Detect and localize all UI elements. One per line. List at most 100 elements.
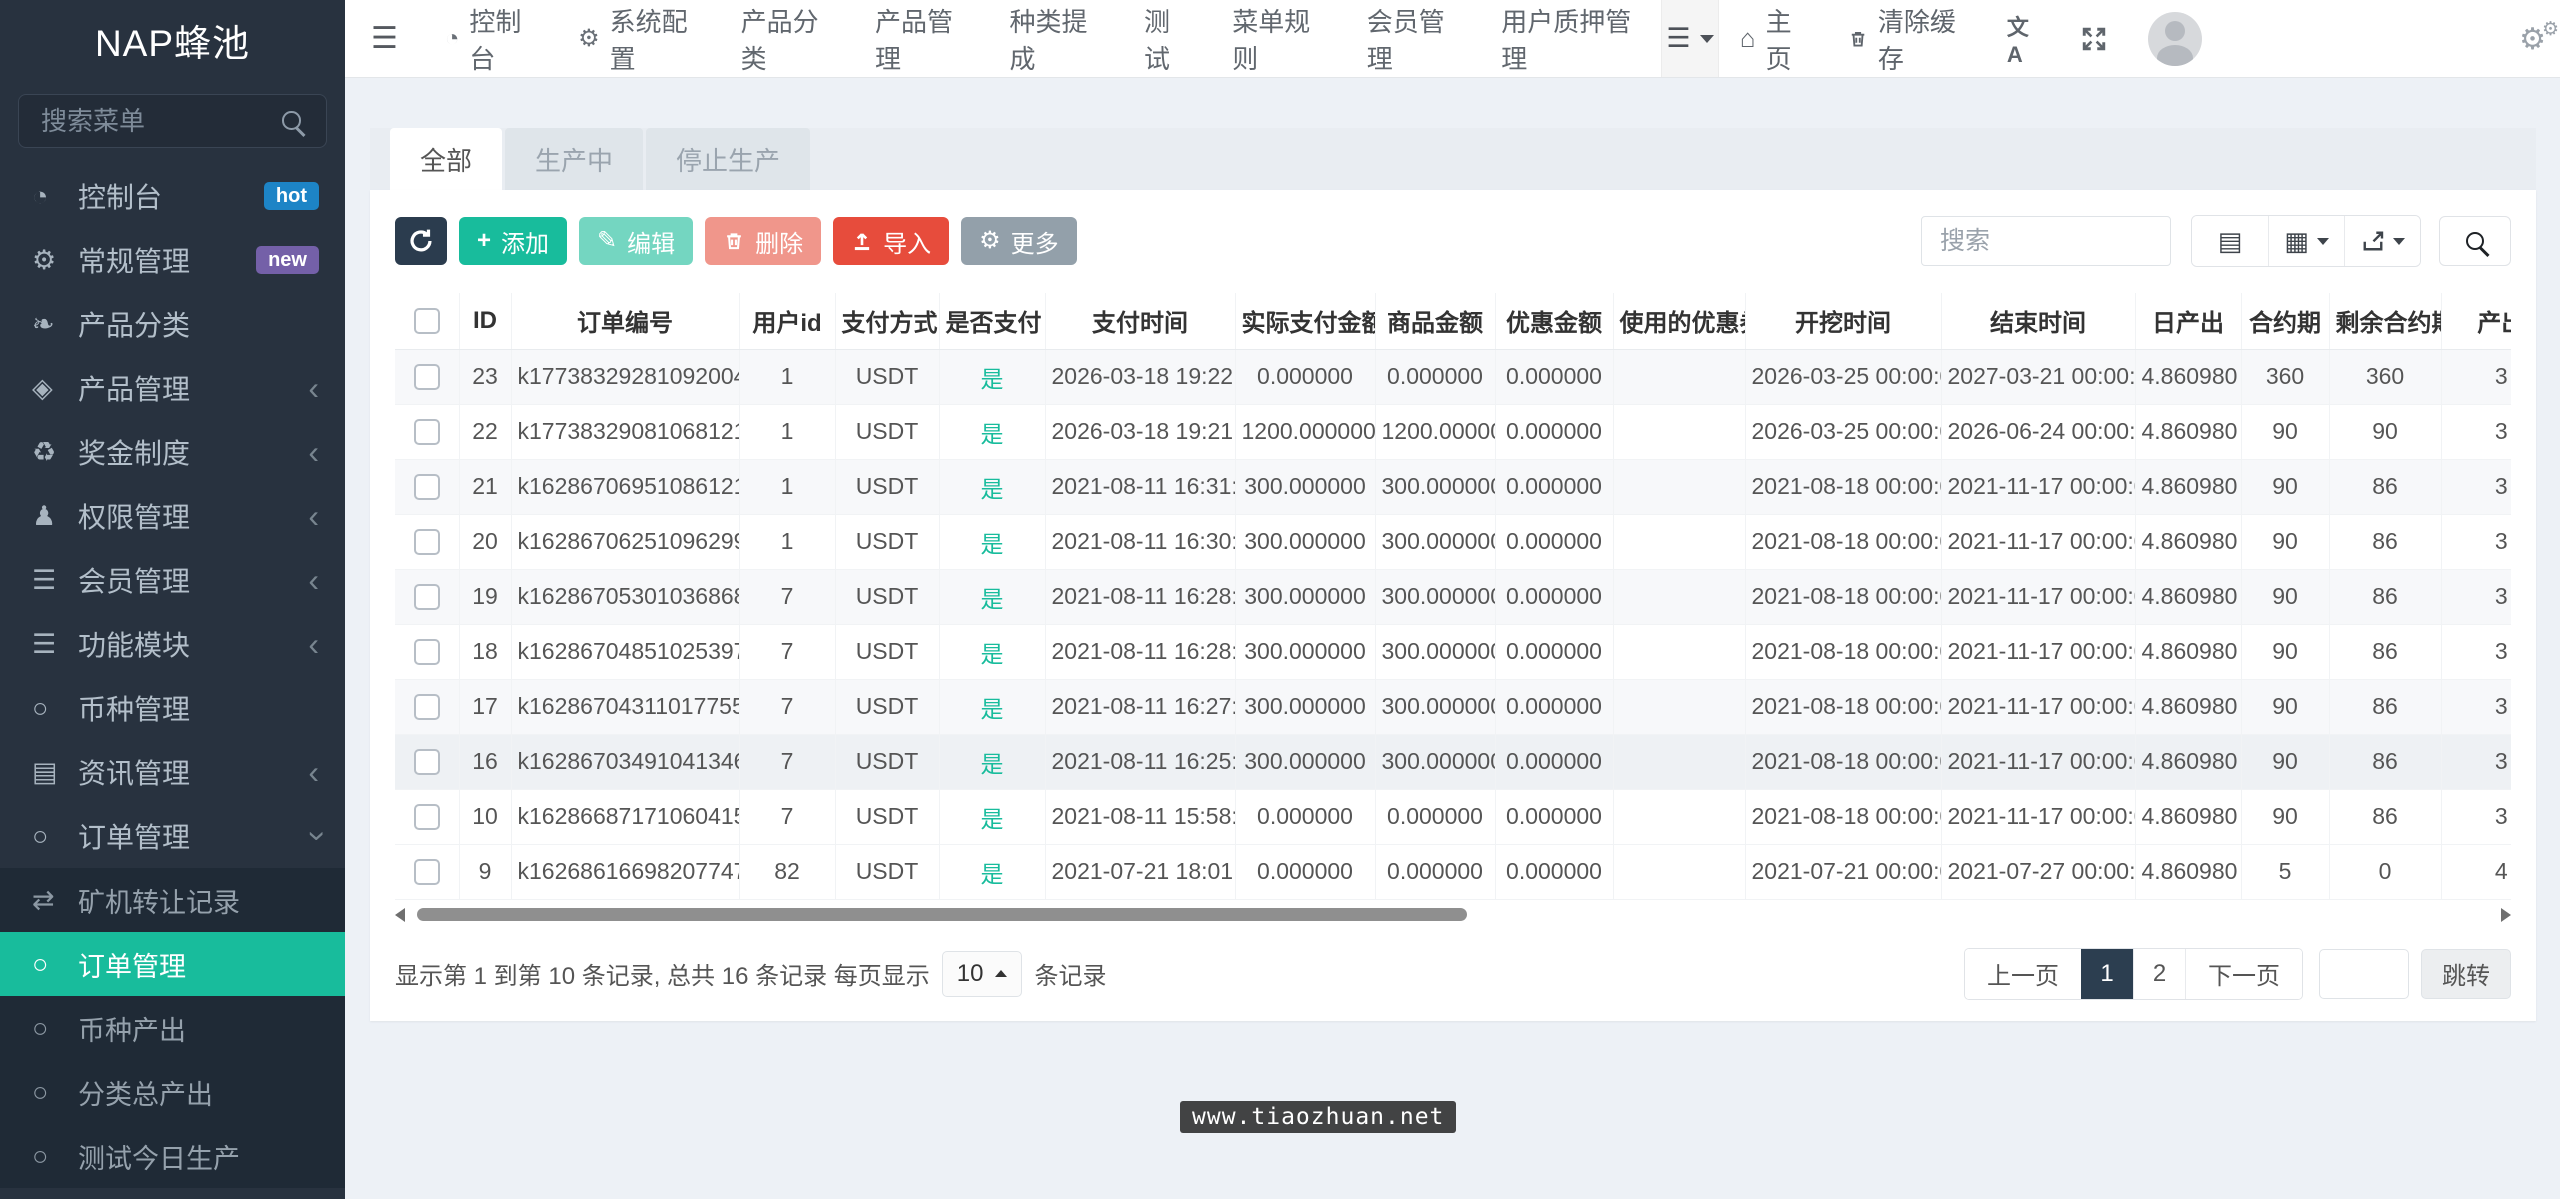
prev-page-button[interactable]: 上一页 [1965,949,2081,999]
sidebar-item[interactable]: ♻ 奖金制度 ‹ [0,420,345,484]
row-checkbox[interactable] [414,419,440,445]
sidebar-subitem[interactable]: ○ 测试今日生产 [0,1124,345,1188]
export-button[interactable] [2344,216,2420,266]
sidebar-item[interactable]: ○ 币种管理 [0,676,345,740]
sidebar-subitem[interactable]: ○ 币种产出 [0,996,345,1060]
navbar-right: ☰ ⌂主页 清除缓存 文A [1661,0,2560,77]
row-checkbox[interactable] [414,639,440,665]
column-header[interactable]: 结束时间 [1941,293,2135,349]
sidebar-item[interactable]: ☰ 功能模块 ‹ [0,612,345,676]
column-header[interactable]: 开挖时间 [1745,293,1941,349]
cell-discount-amount: 0.000000 [1495,514,1613,569]
column-header[interactable]: 商品金额 [1375,293,1495,349]
sidebar-subitem[interactable]: ○ 分类总产出 [0,1060,345,1124]
column-header[interactable]: 是否支付 [939,293,1045,349]
top-nav-item[interactable]: 种类提成 [989,0,1123,78]
top-nav-item[interactable]: ⚙ 系统配置 [557,0,720,78]
sidebar: NAP蜂池 ◔ 控制台 hot ⚙ 常规管理 new ❧ 产品分类 ◈ 产品管理… [0,0,345,1199]
page-number-button[interactable]: 2 [2133,949,2185,999]
nav-overflow-dropdown[interactable]: ☰ [1661,0,1719,77]
column-header[interactable]: 剩余合约期 [2329,293,2441,349]
cell-remaining-period: 86 [2329,459,2441,514]
sidebar-item[interactable]: ⚙ 常规管理 new [0,228,345,292]
top-nav-item[interactable]: 产品管理 [854,0,988,78]
row-checkbox[interactable] [414,749,440,775]
sidebar-item[interactable]: ◔ 控制台 hot [0,164,345,228]
row-checkbox[interactable] [414,694,440,720]
select-all-checkbox[interactable] [414,308,440,334]
column-header[interactable]: 使用的优惠券 [1613,293,1745,349]
column-header[interactable]: 支付时间 [1045,293,1235,349]
top-nav-item[interactable]: 产品分类 [720,0,854,78]
cell-paid-amount: 300.000000 [1235,624,1375,679]
tab[interactable]: 停止生产 [646,128,810,190]
delete-button[interactable]: 删除 [705,217,821,265]
sidebar-item[interactable]: ☰ 会员管理 ‹ [0,548,345,612]
sidebar-item[interactable]: ▤ 资讯管理 ‹ [0,740,345,804]
column-header[interactable]: 用户id [739,293,835,349]
scrollbar-thumb[interactable] [417,908,1467,921]
row-checkbox[interactable] [414,474,440,500]
hamburger-icon[interactable]: ☰ [345,21,424,56]
columns-button[interactable]: ▦ [2268,216,2344,266]
table-header-row: ID 订单编号 用户id 支付方式 是否支付 支付时间 实际支付金额 商品金额 … [395,293,2511,349]
column-header[interactable]: 支付方式 [835,293,939,349]
clear-cache-button[interactable]: 清除缓存 [1827,0,1986,77]
top-nav-item[interactable]: 会员管理 [1346,0,1480,78]
row-checkbox[interactable] [414,364,440,390]
cell-pay-time: 2021-08-11 16:25:49 [1045,734,1235,789]
sidebar-search-input[interactable] [18,94,327,148]
list-icon: ☰ [1666,23,1690,54]
row-checkbox-cell [395,844,459,899]
refresh-button[interactable] [395,217,447,265]
top-nav-item[interactable]: ◔ 控制台 [424,0,557,78]
cell-pay-time: 2021-08-11 16:28:50 [1045,569,1235,624]
scroll-right-icon[interactable] [2501,908,2511,922]
next-page-button[interactable]: 下一页 [2185,949,2302,999]
cell-paid-amount: 300.000000 [1235,679,1375,734]
sidebar-item[interactable]: ❧ 产品分类 [0,292,345,356]
top-nav-item-label: 产品分类 [741,2,833,76]
jump-button[interactable]: 跳转 [2421,949,2511,999]
edit-button[interactable]: ✎编辑 [579,217,693,265]
sidebar-item[interactable]: ♟ 权限管理 ‹ [0,484,345,548]
fullscreen-button[interactable] [2060,0,2128,77]
tab[interactable]: 生产中 [505,128,643,190]
sidebar-item[interactable]: ○ 订单管理 ‹ [0,804,345,868]
import-button[interactable]: 导入 [833,217,949,265]
table-search-input[interactable] [1921,216,2171,266]
search-submit-button[interactable] [2439,216,2511,266]
toggle-view-button[interactable]: ▤ [2192,216,2268,266]
search-icon [282,111,301,130]
add-button[interactable]: +添加 [459,217,567,265]
cell-id: 23 [459,349,511,404]
cell-goods-amount: 0.000000 [1375,349,1495,404]
column-header[interactable]: 优惠金额 [1495,293,1613,349]
column-header[interactable]: 日产出 [2135,293,2241,349]
top-nav-item[interactable]: 用户质押管理 [1480,0,1661,78]
row-checkbox[interactable] [414,804,440,830]
column-header[interactable]: ID [459,293,511,349]
sidebar-item[interactable]: ◈ 产品管理 ‹ [0,356,345,420]
row-checkbox[interactable] [414,529,440,555]
column-header[interactable]: 订单编号 [511,293,739,349]
row-checkbox[interactable] [414,859,440,885]
top-nav-item[interactable]: 菜单规则 [1211,0,1345,78]
language-button[interactable]: 文A [1986,0,2060,77]
page-size-select[interactable]: 10 [942,951,1023,997]
settings-toggle-button[interactable]: ⚙⚙ [2519,22,2546,57]
home-button[interactable]: ⌂主页 [1719,0,1827,77]
top-nav-item[interactable]: 测试 [1123,0,1211,78]
row-checkbox[interactable] [414,584,440,610]
more-button[interactable]: ⚙更多 [961,217,1077,265]
avatar[interactable] [2148,12,2202,66]
tab[interactable]: 全部 [390,128,502,190]
column-header[interactable]: 产出 [2441,293,2511,349]
column-header[interactable]: 实际支付金额 [1235,293,1375,349]
page-number-button[interactable]: 1 [2081,949,2133,999]
scroll-left-icon[interactable] [395,908,405,922]
column-header[interactable]: 合约期 [2241,293,2329,349]
jump-page-input[interactable] [2319,949,2409,999]
sidebar-subitem[interactable]: ⇄ 矿机转让记录 [0,868,345,932]
sidebar-subitem[interactable]: ○ 订单管理 [0,932,345,996]
